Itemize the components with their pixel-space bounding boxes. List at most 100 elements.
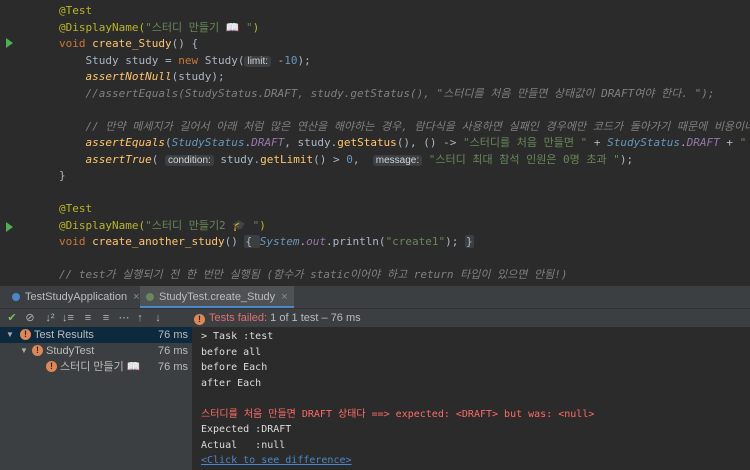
chevron-down-icon[interactable]: ▼ [6,327,14,343]
show-ignored-icon[interactable]: ⊘ [22,310,38,326]
tree-item-label: 스터디 만들기 📖 [60,361,141,373]
code-token: Study( [204,53,245,67]
close-icon[interactable]: × [281,291,287,303]
code-token: // test가 실행되기 전 한 번만 실행됨 (함수가 static이어야 … [59,268,568,281]
code-editor[interactable]: @Test @DisplayName("스터디 만들기 📖 ") void crea… [0,0,750,286]
fail-icon: ! [46,361,57,372]
previous-failed-icon[interactable]: ↑ [132,310,148,326]
console-line: after Each [201,377,262,389]
code-token: 0 [346,152,353,166]
app-icon [12,293,20,302]
code-token: () { [171,37,199,50]
code-token: ); [619,152,634,166]
editor-gutter [0,0,40,286]
tree-item-label: Test Results [34,329,94,341]
sort-duration-icon[interactable]: ↓≡ [60,310,76,326]
fail-icon: ! [20,329,31,340]
code-token: out [306,235,326,248]
code-token: 10 [284,53,298,67]
code-token: . [679,136,687,149]
code-token: @Test [59,4,93,17]
code-line[interactable]: assertEquals(StudyStatus.DRAFT, study.ge… [59,134,750,152]
code-token: { [244,235,260,248]
tab-test-study-application[interactable]: TestStudyApplication × [6,286,146,308]
duration: 76 ms [158,329,188,341]
see-difference-link[interactable]: <Click to see difference> [201,453,352,468]
test-runner-toolbar: ✔ ⊘ ↓² ↓≡ ≡ ≡ ⋯ ↑ ↓ ! Tests failed: 1 of … [0,309,750,327]
code-token: void [59,235,93,248]
code-line[interactable]: void create_another_study() { System.out… [59,233,474,251]
code-token: assertTrue [85,152,152,166]
tree-item-create-study[interactable]: ! 스터디 만들기 📖 76 ms [0,359,192,375]
code-token: @DisplayName( [59,218,146,232]
code-token: () > [313,152,347,166]
code-line[interactable]: // test가 실행되기 전 한 번만 실행됨 (함수가 static이어야 … [59,266,568,284]
fail-icon: ! [32,345,43,356]
code-token: "스터디 만들기 📖 " [145,20,253,34]
parameter-hint: limit: [244,55,272,67]
code-token: System [259,235,300,248]
code-line[interactable]: //assertEquals(StudyStatus.DRAFT, study.… [59,85,715,103]
code-token: Study [59,53,126,67]
code-line[interactable]: } [59,167,66,185]
code-line[interactable]: @Test [59,2,92,20]
status-fail-label: Tests failed: [209,312,268,324]
tree-item-studytest[interactable]: ▼ ! StudyTest 76 ms [0,343,192,359]
code-token: //assertEquals(StudyStatus.DRAFT, study.… [59,86,715,100]
code-line[interactable]: @Test [59,200,92,218]
tree-item-test-results[interactable]: ▼ ! Test Results 76 ms [0,327,192,343]
code-token: "스터디를 처음 만들면 " [463,136,588,149]
run-test-icon[interactable] [6,38,13,48]
code-token: (), () -> [396,136,464,149]
code-line[interactable]: Study study = new Study(limit: -10); [59,52,311,70]
code-token: StudyStatus [607,136,680,149]
code-token: - [271,53,285,67]
code-token: study. [213,152,261,166]
parameter-hint: condition: [164,154,214,166]
console-output[interactable]: > Task :test before all before Each after E… [193,327,750,470]
code-token: = [158,53,179,67]
code-token: assertEquals [85,136,165,149]
code-token: ); [445,235,466,248]
code-token: void [59,37,93,50]
sort-alpha-icon[interactable]: ↓² [42,310,58,326]
code-token: DRAFT [686,136,720,149]
code-token: getStatus [337,136,397,149]
expand-all-icon[interactable]: ≡ [80,310,96,326]
code-token: (study); [171,70,225,83]
code-token: study [125,53,159,67]
close-icon[interactable]: × [133,291,139,303]
show-passed-icon[interactable]: ✔ [4,310,20,326]
code-token: create_Study [92,37,172,50]
code-token: () [224,235,245,248]
code-token: DRAFT [251,136,285,149]
tree-item-label: StudyTest [46,345,95,357]
code-line[interactable]: void create_Study() { [59,35,198,53]
fail-icon: ! [194,314,205,325]
code-line[interactable]: @DisplayName("스터디 만들기2 🎓 ") [59,217,266,235]
code-token: ); [297,53,311,67]
code-line[interactable]: // 만약 메세지가 길어서 아래 처럼 많은 연산을 해야하는 경우, 람다식… [59,118,750,136]
test-results-tree: ▼ ! Test Results 76 ms ▼ ! StudyTest 76 … [0,327,193,470]
next-failed-icon[interactable]: ↓ [150,310,166,326]
parameter-hint: message: [372,154,423,166]
tab-studytest-create-study[interactable]: StudyTest.create_Study × [140,286,294,308]
code-token: // 만약 메세지가 길어서 아래 처럼 많은 연산을 해야하는 경우, 람다식… [85,119,750,133]
code-line[interactable]: assertTrue( condition: study.getLimit() … [59,151,633,169]
run-test-icon[interactable] [6,222,13,232]
code-token: ( [164,136,172,149]
tab-label: StudyTest.create_Study [159,291,276,303]
code-line[interactable]: @DisplayName("스터디 만들기 📖 ") [59,19,259,37]
chevron-down-icon[interactable]: ▼ [20,343,28,359]
console-line: Expected :DRAFT [201,424,292,435]
code-token: , [352,152,373,166]
more-icon[interactable]: ⋯ [116,310,132,326]
collapse-all-icon[interactable]: ≡ [98,310,114,326]
code-line[interactable]: assertNotNull(study); [59,68,225,86]
code-token: "create1" [385,235,446,248]
code-token: + [719,136,740,149]
code-token: getLimit [260,152,314,166]
